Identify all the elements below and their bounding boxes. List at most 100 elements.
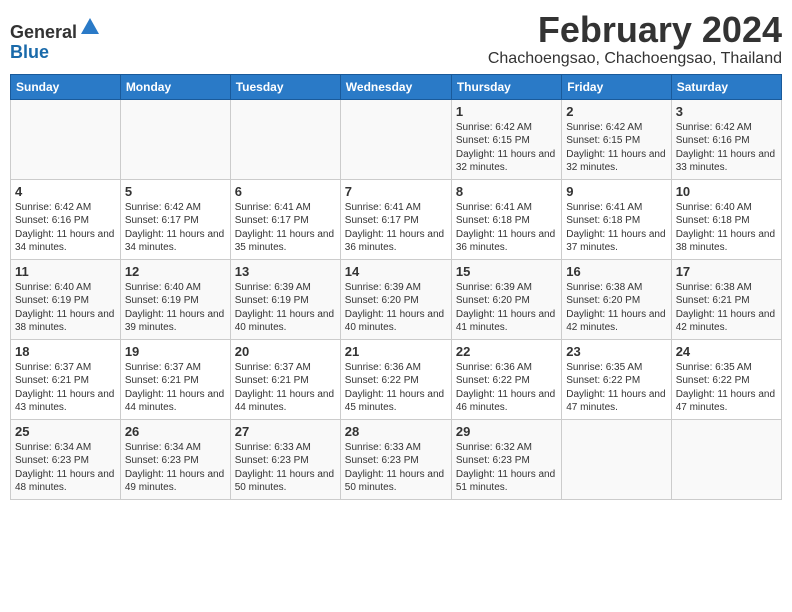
day-number: 3 <box>676 104 777 119</box>
day-info: Sunrise: 6:42 AMSunset: 6:15 PMDaylight:… <box>566 121 666 175</box>
day-number: 25 <box>15 424 116 439</box>
day-info: Sunrise: 6:41 AMSunset: 6:18 PMDaylight:… <box>456 201 557 255</box>
day-info: Sunrise: 6:42 AMSunset: 6:17 PMDaylight:… <box>125 201 226 255</box>
calendar-cell: 7 Sunrise: 6:41 AMSunset: 6:17 PMDaylight… <box>340 179 451 259</box>
logo-blue: Blue <box>10 42 49 62</box>
day-info: Sunrise: 6:37 AMSunset: 6:21 PMDaylight:… <box>235 361 336 415</box>
calendar-week-1: 1 Sunrise: 6:42 AMSunset: 6:15 PMDaylight… <box>11 99 782 179</box>
calendar-cell: 4 Sunrise: 6:42 AMSunset: 6:16 PMDaylight… <box>11 179 121 259</box>
day-number: 21 <box>345 344 447 359</box>
calendar-cell: 21 Sunrise: 6:36 AMSunset: 6:22 PMDayligh… <box>340 339 451 419</box>
calendar-cell: 23 Sunrise: 6:35 AMSunset: 6:22 PMDayligh… <box>562 339 671 419</box>
calendar-cell <box>340 99 451 179</box>
day-info: Sunrise: 6:40 AMSunset: 6:19 PMDaylight:… <box>125 281 226 335</box>
day-info: Sunrise: 6:36 AMSunset: 6:22 PMDaylight:… <box>456 361 557 415</box>
day-number: 7 <box>345 184 447 199</box>
day-info: Sunrise: 6:37 AMSunset: 6:21 PMDaylight:… <box>15 361 116 415</box>
day-info: Sunrise: 6:34 AMSunset: 6:23 PMDaylight:… <box>125 441 226 495</box>
weekday-header-friday: Friday <box>562 74 671 99</box>
calendar-body: 1 Sunrise: 6:42 AMSunset: 6:15 PMDaylight… <box>11 99 782 499</box>
day-info: Sunrise: 6:41 AMSunset: 6:18 PMDaylight:… <box>566 201 666 255</box>
month-title: February 2024 <box>488 10 782 50</box>
logo: General Blue <box>10 16 101 63</box>
calendar-cell: 29 Sunrise: 6:32 AMSunset: 6:23 PMDayligh… <box>451 419 561 499</box>
weekday-header-sunday: Sunday <box>11 74 121 99</box>
day-info: Sunrise: 6:42 AMSunset: 6:15 PMDaylight:… <box>456 121 557 175</box>
day-number: 12 <box>125 264 226 279</box>
day-info: Sunrise: 6:39 AMSunset: 6:20 PMDaylight:… <box>345 281 447 335</box>
day-number: 11 <box>15 264 116 279</box>
calendar-week-3: 11 Sunrise: 6:40 AMSunset: 6:19 PMDayligh… <box>11 259 782 339</box>
day-number: 6 <box>235 184 336 199</box>
calendar-cell: 6 Sunrise: 6:41 AMSunset: 6:17 PMDaylight… <box>230 179 340 259</box>
calendar-cell: 28 Sunrise: 6:33 AMSunset: 6:23 PMDayligh… <box>340 419 451 499</box>
calendar-cell: 26 Sunrise: 6:34 AMSunset: 6:23 PMDayligh… <box>120 419 230 499</box>
calendar-cell <box>230 99 340 179</box>
location-title: Chachoengsao, Chachoengsao, Thailand <box>488 50 782 68</box>
calendar-cell: 5 Sunrise: 6:42 AMSunset: 6:17 PMDaylight… <box>120 179 230 259</box>
day-number: 29 <box>456 424 557 439</box>
day-info: Sunrise: 6:33 AMSunset: 6:23 PMDaylight:… <box>345 441 447 495</box>
calendar-cell: 14 Sunrise: 6:39 AMSunset: 6:20 PMDayligh… <box>340 259 451 339</box>
calendar-cell: 17 Sunrise: 6:38 AMSunset: 6:21 PMDayligh… <box>671 259 781 339</box>
calendar-week-2: 4 Sunrise: 6:42 AMSunset: 6:16 PMDaylight… <box>11 179 782 259</box>
calendar-cell: 16Sunrise: 6:38 AMSunset: 6:20 PMDayligh… <box>562 259 671 339</box>
day-number: 1 <box>456 104 557 119</box>
title-section: February 2024 Chachoengsao, Chachoengsao… <box>488 10 782 68</box>
day-info: Sunrise: 6:32 AMSunset: 6:23 PMDaylight:… <box>456 441 557 495</box>
calendar-cell: 3Sunrise: 6:42 AMSunset: 6:16 PMDaylight… <box>671 99 781 179</box>
calendar-cell: 1 Sunrise: 6:42 AMSunset: 6:15 PMDaylight… <box>451 99 561 179</box>
calendar-cell: 2 Sunrise: 6:42 AMSunset: 6:15 PMDaylight… <box>562 99 671 179</box>
weekday-header-tuesday: Tuesday <box>230 74 340 99</box>
calendar-week-4: 18 Sunrise: 6:37 AMSunset: 6:21 PMDayligh… <box>11 339 782 419</box>
day-number: 18 <box>15 344 116 359</box>
calendar-cell: 8Sunrise: 6:41 AMSunset: 6:18 PMDaylight… <box>451 179 561 259</box>
day-number: 28 <box>345 424 447 439</box>
calendar-cell <box>671 419 781 499</box>
day-info: Sunrise: 6:39 AMSunset: 6:19 PMDaylight:… <box>235 281 336 335</box>
logo-icon <box>79 16 101 38</box>
day-number: 26 <box>125 424 226 439</box>
day-number: 20 <box>235 344 336 359</box>
day-number: 22 <box>456 344 557 359</box>
day-number: 27 <box>235 424 336 439</box>
weekday-header-row: SundayMondayTuesdayWednesdayThursdayFrid… <box>11 74 782 99</box>
day-info: Sunrise: 6:36 AMSunset: 6:22 PMDaylight:… <box>345 361 447 415</box>
day-number: 24 <box>676 344 777 359</box>
day-info: Sunrise: 6:35 AMSunset: 6:22 PMDaylight:… <box>676 361 777 415</box>
day-number: 5 <box>125 184 226 199</box>
day-info: Sunrise: 6:33 AMSunset: 6:23 PMDaylight:… <box>235 441 336 495</box>
weekday-header-monday: Monday <box>120 74 230 99</box>
calendar-table: SundayMondayTuesdayWednesdayThursdayFrid… <box>10 74 782 500</box>
weekday-header-thursday: Thursday <box>451 74 561 99</box>
calendar-cell <box>562 419 671 499</box>
calendar-cell <box>120 99 230 179</box>
calendar-cell: 13 Sunrise: 6:39 AMSunset: 6:19 PMDayligh… <box>230 259 340 339</box>
day-info: Sunrise: 6:40 AMSunset: 6:19 PMDaylight:… <box>15 281 116 335</box>
day-info: Sunrise: 6:37 AMSunset: 6:21 PMDaylight:… <box>125 361 226 415</box>
day-number: 23 <box>566 344 666 359</box>
day-info: Sunrise: 6:38 AMSunset: 6:20 PMDaylight:… <box>566 281 666 335</box>
day-info: Sunrise: 6:40 AMSunset: 6:18 PMDaylight:… <box>676 201 777 255</box>
day-number: 17 <box>676 264 777 279</box>
day-number: 13 <box>235 264 336 279</box>
calendar-cell: 19 Sunrise: 6:37 AMSunset: 6:21 PMDayligh… <box>120 339 230 419</box>
day-number: 10 <box>676 184 777 199</box>
calendar-cell: 18 Sunrise: 6:37 AMSunset: 6:21 PMDayligh… <box>11 339 121 419</box>
day-info: Sunrise: 6:41 AMSunset: 6:17 PMDaylight:… <box>235 201 336 255</box>
calendar-cell: 9 Sunrise: 6:41 AMSunset: 6:18 PMDaylight… <box>562 179 671 259</box>
day-info: Sunrise: 6:35 AMSunset: 6:22 PMDaylight:… <box>566 361 666 415</box>
calendar-cell: 12 Sunrise: 6:40 AMSunset: 6:19 PMDayligh… <box>120 259 230 339</box>
calendar-cell: 27 Sunrise: 6:33 AMSunset: 6:23 PMDayligh… <box>230 419 340 499</box>
day-info: Sunrise: 6:42 AMSunset: 6:16 PMDaylight:… <box>15 201 116 255</box>
day-number: 14 <box>345 264 447 279</box>
calendar-cell: 22 Sunrise: 6:36 AMSunset: 6:22 PMDayligh… <box>451 339 561 419</box>
day-info: Sunrise: 6:38 AMSunset: 6:21 PMDaylight:… <box>676 281 777 335</box>
logo-general: General <box>10 22 77 42</box>
day-number: 19 <box>125 344 226 359</box>
day-number: 4 <box>15 184 116 199</box>
day-number: 9 <box>566 184 666 199</box>
day-info: Sunrise: 6:41 AMSunset: 6:17 PMDaylight:… <box>345 201 447 255</box>
day-number: 2 <box>566 104 666 119</box>
calendar-cell: 25Sunrise: 6:34 AMSunset: 6:23 PMDayligh… <box>11 419 121 499</box>
